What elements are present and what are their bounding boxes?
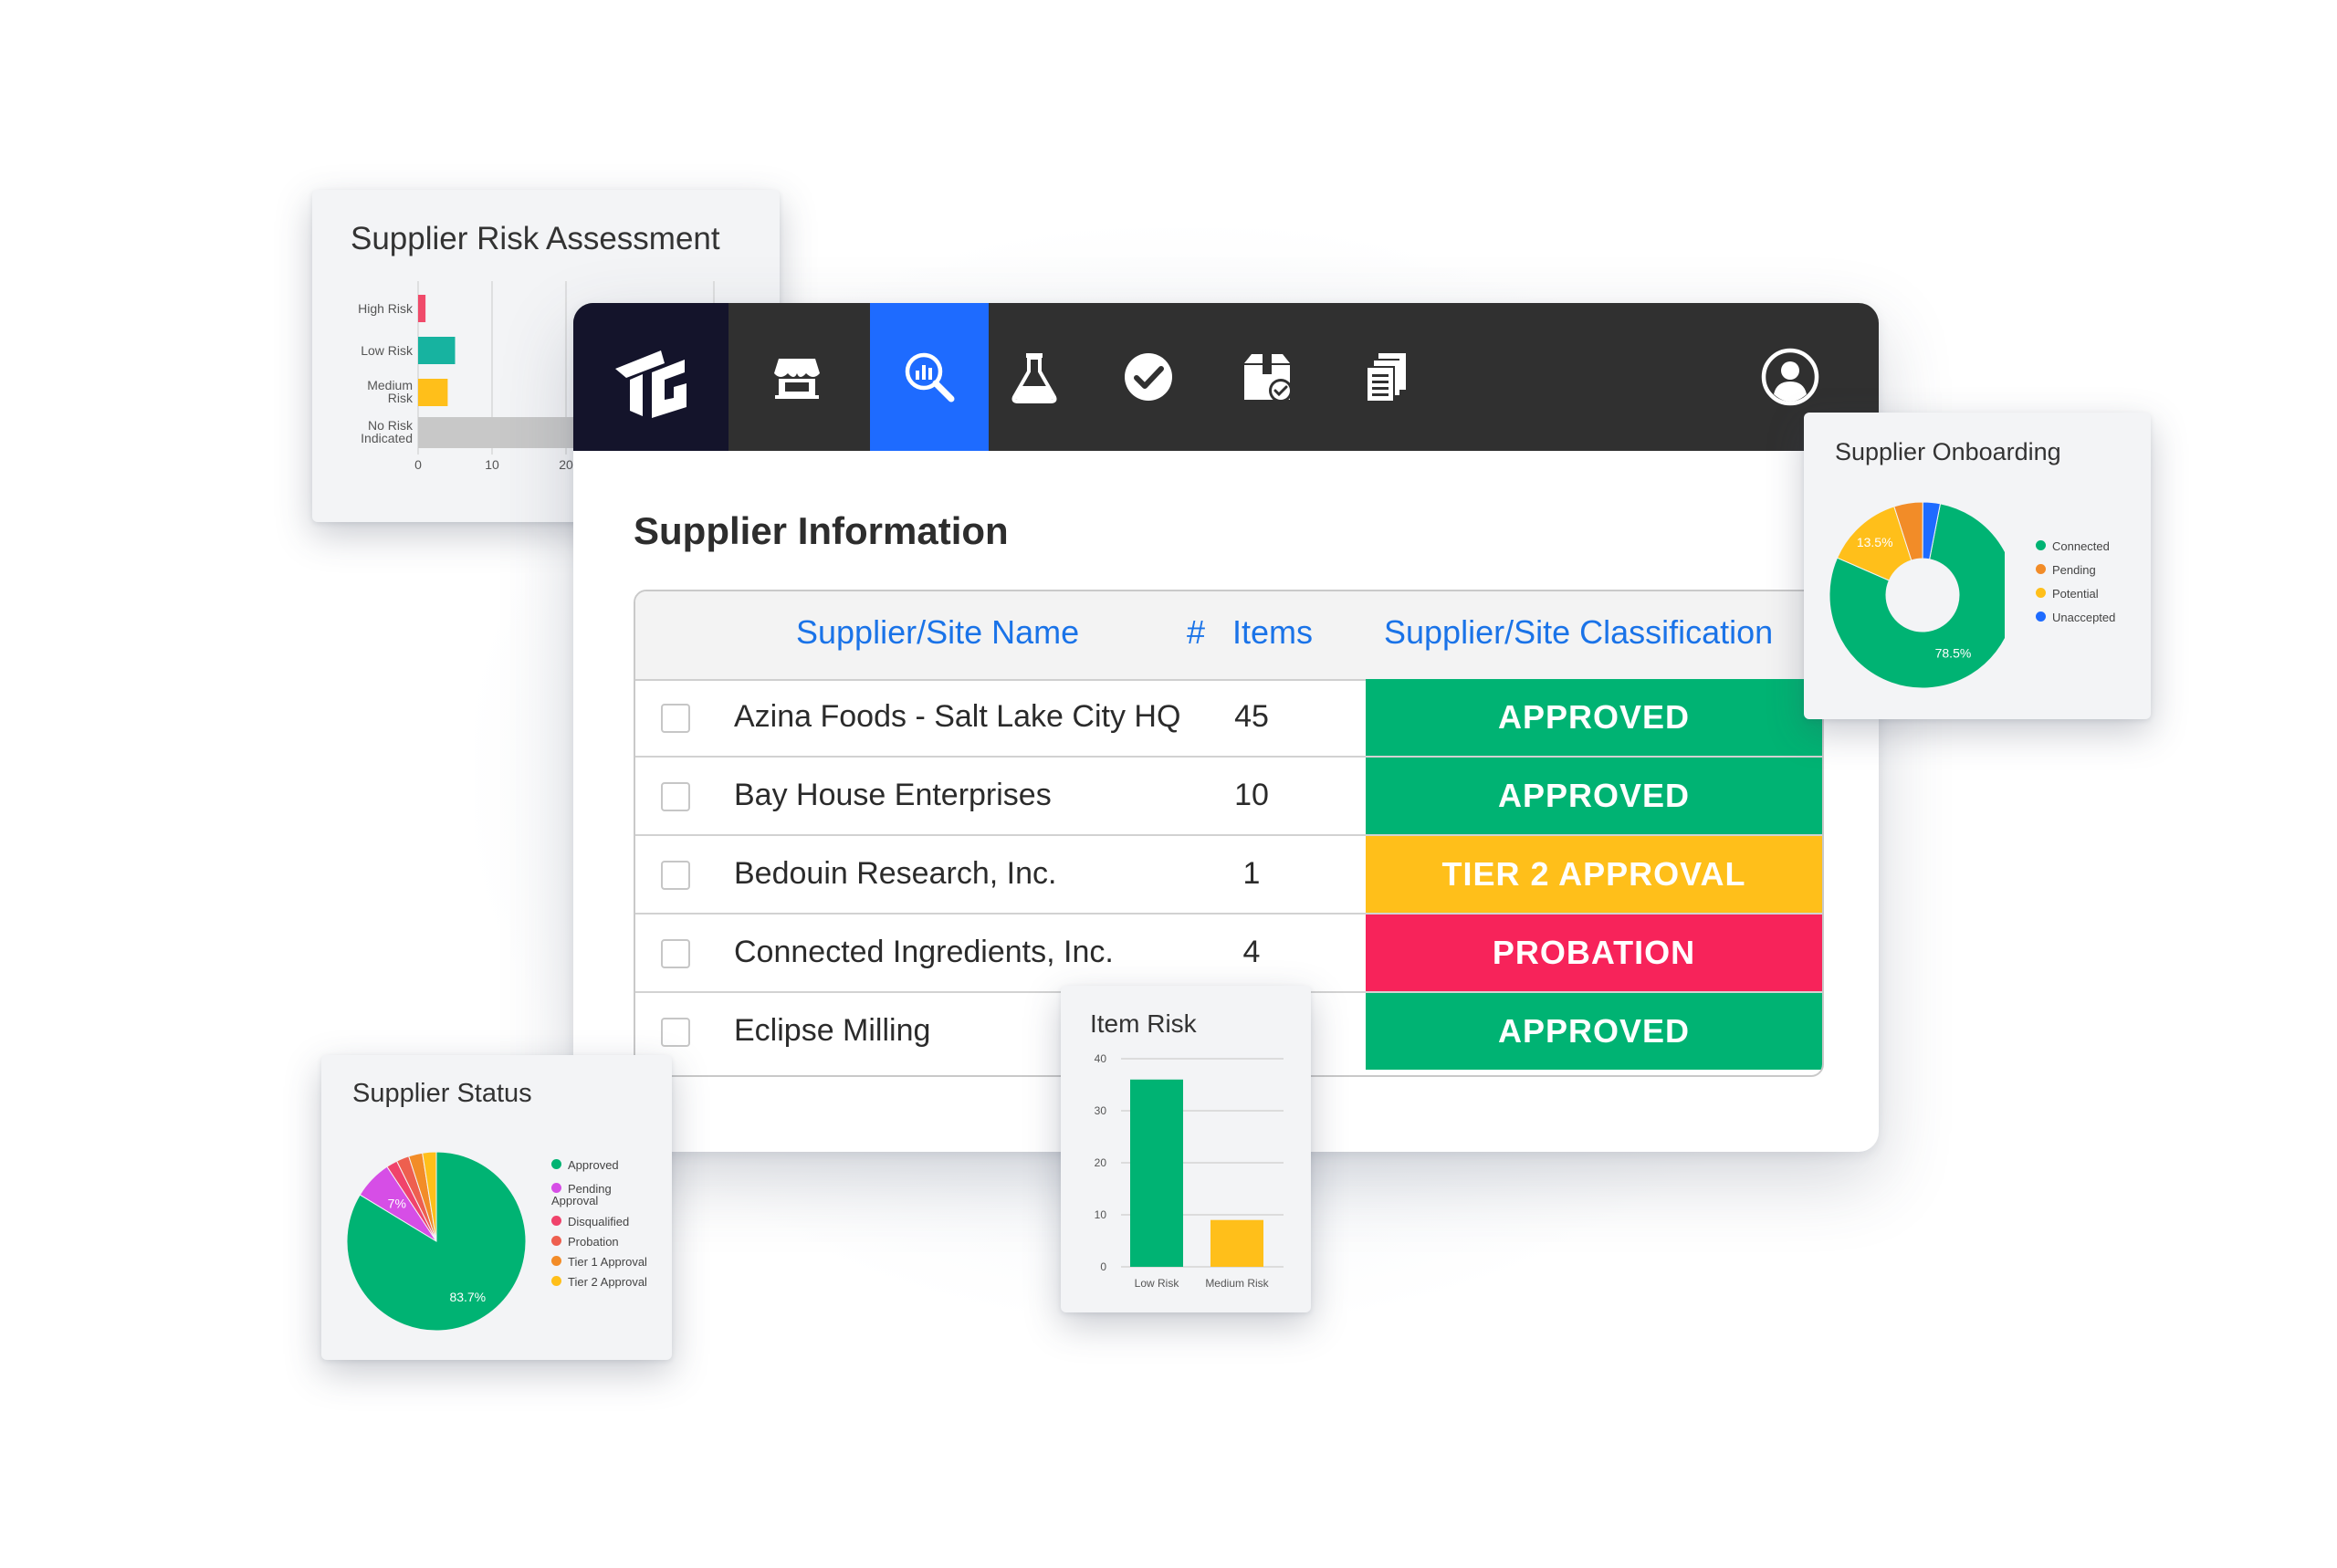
legend-pending-approval: Pending Approval — [551, 1182, 612, 1207]
legend-approved: Approved — [551, 1159, 619, 1171]
user-avatar-icon — [1761, 348, 1819, 406]
table-row[interactable]: Connected Ingredients, Inc. 4 PROBATION — [635, 915, 1822, 993]
bar — [418, 295, 426, 322]
legend-probation: Probation — [551, 1236, 619, 1248]
storefront-icon — [774, 359, 820, 399]
supplier-name[interactable]: Bedouin Research, Inc. — [734, 856, 1056, 892]
item-count: 45 — [1234, 699, 1269, 734]
legend-dot — [2036, 588, 2046, 598]
row-checkbox[interactable] — [661, 1018, 690, 1047]
app-logo[interactable] — [573, 303, 728, 451]
table-row[interactable]: Azina Foods - Salt Lake City HQ 45 APPRO… — [635, 679, 1822, 758]
top-nav-bar — [573, 303, 1879, 451]
y-tick-label: 30 — [1095, 1104, 1107, 1117]
nav-shipments[interactable] — [1208, 303, 1326, 451]
item-risk-bar-chart: 0 10 20 30 40 Low Risk Medium Risk — [1095, 1052, 1284, 1290]
y-tick-label: 40 — [1095, 1052, 1107, 1065]
nav-approvals[interactable] — [1089, 303, 1208, 451]
x-tick-label: 0 — [414, 457, 422, 472]
legend-pending: Pending — [2036, 564, 2096, 576]
category-label: High Risk — [358, 301, 414, 316]
item-count: 4 — [1242, 935, 1261, 969]
row-checkbox[interactable] — [661, 704, 690, 733]
legend-connected: Connected — [2036, 540, 2110, 552]
bar — [418, 379, 448, 406]
category-label: Medium Risk — [1205, 1277, 1269, 1290]
y-tick-label: 20 — [1095, 1156, 1107, 1169]
logo-icon — [615, 350, 686, 418]
bar — [1210, 1219, 1263, 1267]
classification-badge: APPROVED — [1366, 993, 1822, 1070]
slice-label: 13.5% — [1857, 535, 1893, 549]
slice-label: 78.5% — [1935, 646, 1972, 661]
legend-dot — [2036, 564, 2046, 574]
item-count: 10 — [1234, 778, 1269, 812]
column-header-hash[interactable]: # — [1187, 613, 1205, 652]
legend-unaccepted: Unaccepted — [2036, 612, 2115, 623]
page-title: Supplier Information — [634, 509, 1009, 552]
legend-tier1: Tier 1 Approval — [551, 1256, 647, 1268]
classification-badge: APPROVED — [1366, 758, 1822, 834]
classification-badge: APPROVED — [1366, 679, 1822, 756]
legend-disqualified: Disqualified — [551, 1216, 629, 1228]
check-circle-icon — [1125, 353, 1172, 401]
row-checkbox[interactable] — [661, 939, 690, 968]
item-count: 1 — [1242, 856, 1261, 891]
legend-dot — [2036, 540, 2046, 550]
legend-tier2: Tier 2 Approval — [551, 1276, 647, 1288]
supplier-name[interactable]: Connected Ingredients, Inc. — [734, 935, 1114, 970]
documents-icon — [1366, 353, 1406, 402]
package-check-icon — [1244, 354, 1293, 402]
legend-dot — [551, 1216, 561, 1226]
category-label: Risk — [388, 391, 414, 405]
search-analytics-icon — [905, 352, 955, 402]
nav-lab[interactable] — [975, 303, 1094, 451]
legend-potential: Potential — [2036, 588, 2099, 600]
onboarding-donut-chart: 78.5% 13.5% — [1829, 501, 2005, 689]
legend-dot — [551, 1236, 561, 1246]
y-tick-label: 0 — [1100, 1260, 1106, 1273]
item-risk-card: Item Risk 0 10 20 30 40 Low Risk Medium Risk — [1061, 986, 1311, 1312]
y-tick-label: 10 — [1095, 1208, 1107, 1221]
column-header-items[interactable]: Items — [1232, 613, 1313, 652]
nav-storefront[interactable] — [738, 303, 856, 451]
onboarding-title: Supplier Onboarding — [1835, 438, 2061, 465]
x-tick-label: 10 — [485, 457, 499, 472]
bar — [418, 337, 456, 364]
x-tick-label: 20 — [559, 457, 573, 472]
category-label: Low Risk — [1135, 1277, 1180, 1290]
supplier-name[interactable]: Bay House Enterprises — [734, 778, 1052, 813]
legend-dot — [2036, 612, 2046, 622]
row-checkbox[interactable] — [661, 861, 690, 890]
flask-icon — [1011, 353, 1057, 403]
supplier-name[interactable]: Azina Foods - Salt Lake City HQ — [734, 699, 1180, 735]
slice-label: 83.7% — [449, 1290, 486, 1304]
legend-dot — [551, 1256, 561, 1266]
row-checkbox[interactable] — [661, 782, 690, 811]
classification-badge: PROBATION — [1366, 915, 1822, 991]
status-pie-chart: 83.7% 7% — [346, 1151, 527, 1332]
column-header-name[interactable]: Supplier/Site Name — [796, 613, 1079, 652]
status-card: Supplier Status 83.7% 7% Approved Pending… — [321, 1055, 672, 1360]
nav-documents[interactable] — [1326, 303, 1445, 451]
legend-dot — [551, 1159, 561, 1169]
table-row[interactable]: Bedouin Research, Inc. 1 TIER 2 APPROVAL — [635, 836, 1822, 915]
nav-supplier-search[interactable] — [870, 303, 989, 451]
table-header: Supplier/Site Name # Items Supplier/Site… — [635, 591, 1822, 681]
category-label: Indicated — [361, 431, 413, 445]
table-row[interactable]: Bay House Enterprises 10 APPROVED — [635, 758, 1822, 836]
status-title: Supplier Status — [352, 1079, 532, 1108]
legend-dot — [551, 1183, 561, 1193]
classification-badge: TIER 2 APPROVAL — [1366, 836, 1822, 913]
category-label: Low Risk — [361, 343, 414, 358]
onboarding-card: Supplier Onboarding 78.5% 13.5% Connected… — [1804, 413, 2151, 719]
legend-dot — [551, 1276, 561, 1286]
bar — [1130, 1079, 1183, 1267]
column-header-classification[interactable]: Supplier/Site Classification — [1384, 613, 1773, 652]
slice-label: 7% — [388, 1196, 406, 1210]
supplier-name[interactable]: Eclipse Milling — [734, 1013, 930, 1049]
